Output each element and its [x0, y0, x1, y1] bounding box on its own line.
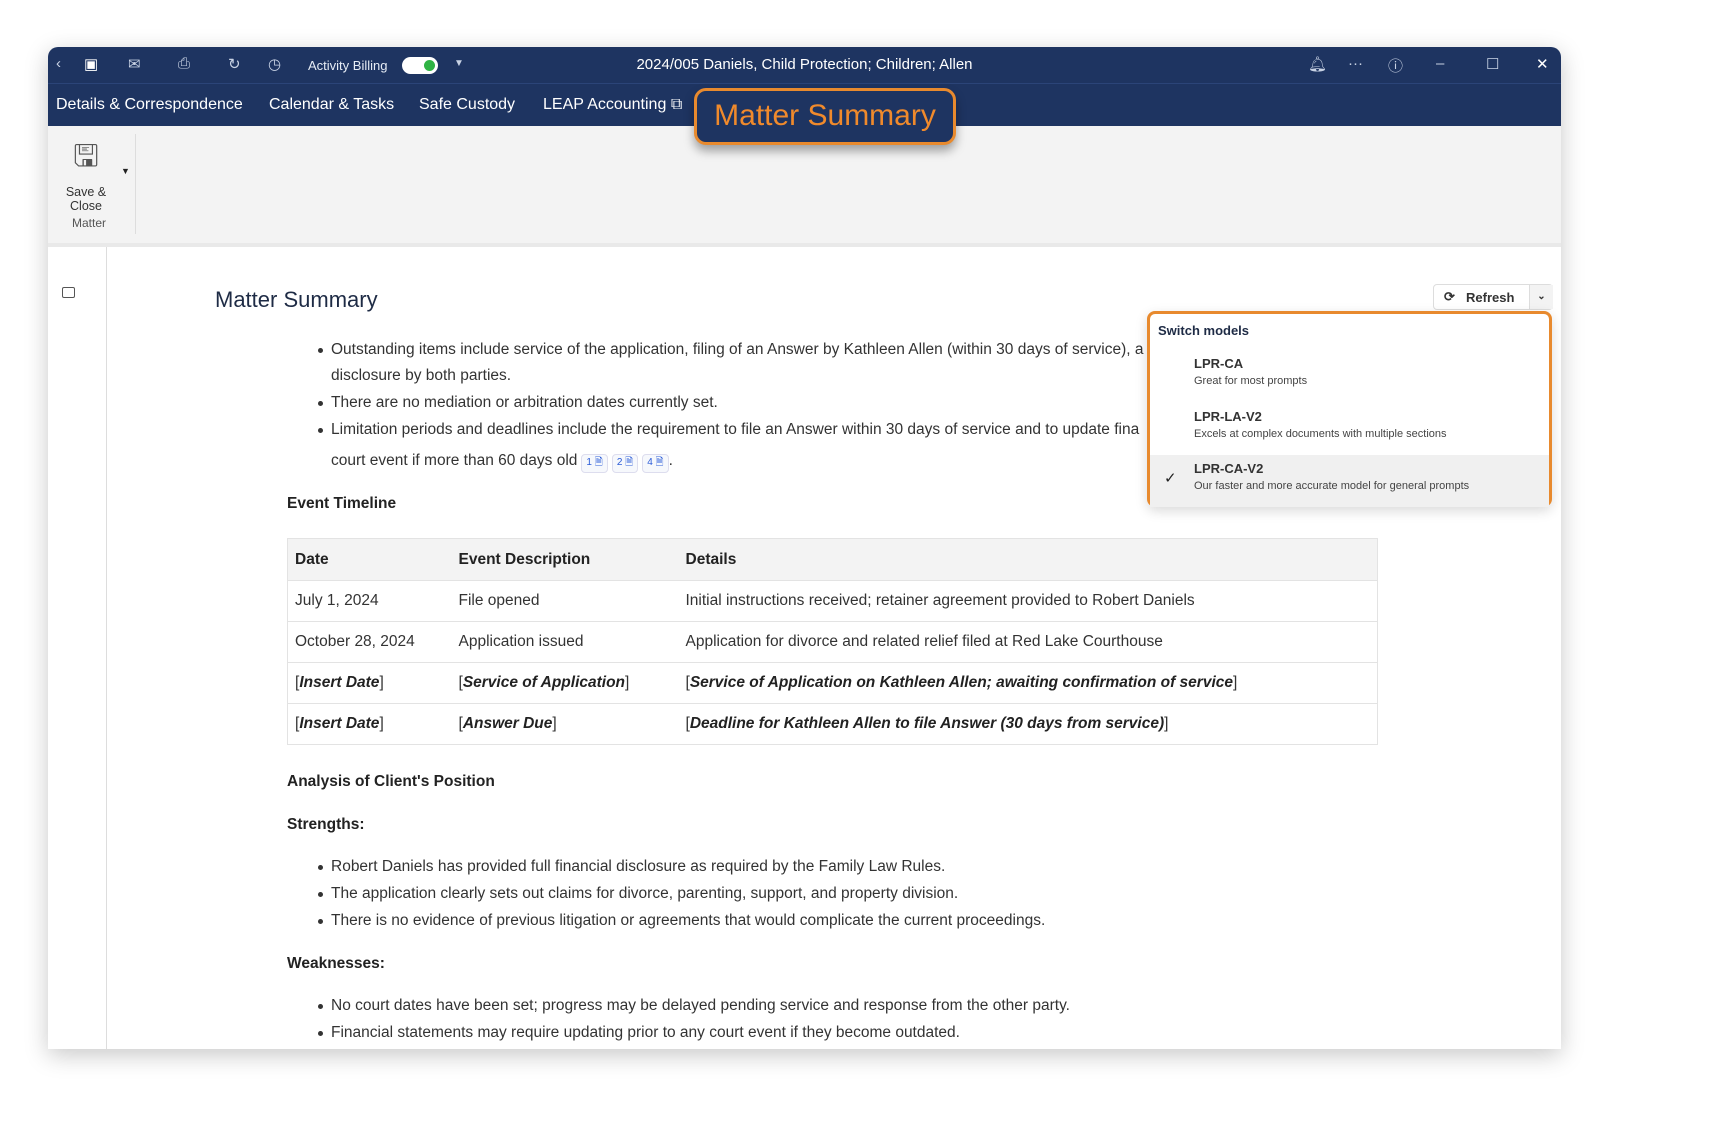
cell-details: Service of Application on Kathleen Allen… — [689, 674, 1233, 691]
refresh-label: Refresh — [1466, 290, 1515, 305]
table-row: [Insert Date] [Answer Due] [Deadline for K… — [287, 703, 1378, 745]
bullet-continuation: court event if more than 60 days old 1 🗎 2… — [331, 452, 673, 473]
strengths-heading: Strengths: — [287, 816, 365, 833]
cell-event: Service of Application — [462, 674, 626, 691]
citation-word-1[interactable]: 1 🗎 — [581, 454, 608, 473]
header-event: Event Description — [451, 538, 679, 581]
tab-leap-accounting[interactable]: LEAP Accounting ⧉ — [543, 96, 682, 114]
close-icon[interactable]: ✕ — [1536, 55, 1549, 73]
event-timeline-table: Date Event Description Details July 1, 202… — [287, 538, 1378, 745]
citation-number: 1 — [586, 457, 592, 468]
matter-window: ‹ ▣ ✉ ⎙ ↻ ◷ Activity Billing ▼ 2024/005 … — [48, 47, 1561, 1049]
tab-safe-custody[interactable]: Safe Custody — [419, 96, 515, 114]
save-close-button[interactable]: 🖫 Save & Close — [56, 134, 116, 213]
table-row: October 28, 2024 Application issued Applic… — [287, 621, 1378, 663]
citation-pdf-2[interactable]: 2 🗎 — [611, 454, 639, 473]
header-details: Details — [678, 538, 1378, 581]
save-close-icon: 🖫 — [73, 140, 99, 173]
cell-details: Application for divorce and related reli… — [678, 621, 1378, 663]
more-icon[interactable]: ··· — [1348, 55, 1363, 72]
external-link-icon: ⧉ — [670, 96, 683, 113]
model-name: LPR-CA — [1194, 356, 1244, 371]
bullet-continuation: disclosure by both parties. — [331, 367, 512, 384]
cell-date: Insert Date — [299, 674, 380, 691]
save-dropdown-icon[interactable]: ▼ — [121, 166, 130, 176]
model-option-lpr-la-v2[interactable]: LPR-LA-V2 Excels at complex documents wit… — [1150, 403, 1549, 455]
menu-title: Switch models — [1158, 323, 1250, 338]
divider — [135, 134, 136, 234]
citation-word-4[interactable]: 4 🗎 — [642, 454, 669, 473]
cell-event: File opened — [451, 580, 679, 622]
citation-number: 4 — [647, 457, 653, 468]
tab-label: LEAP Accounting — [543, 96, 667, 113]
model-option-lpr-ca-v2[interactable]: ✓ LPR-CA-V2 Our faster and more accurate m… — [1150, 455, 1549, 507]
model-desc: Excels at complex documents with multipl… — [1194, 428, 1447, 440]
strength-item: Robert Daniels has provided full financi… — [317, 858, 946, 875]
weakness-item: No court dates have been set; progress m… — [318, 997, 1070, 1014]
refresh-button[interactable]: ⟳ Refresh ⌄ — [1433, 284, 1553, 310]
bullet-text: court event if more than 60 days old — [331, 452, 578, 469]
switch-models-menu: Switch models LPR-CA Great for most promp… — [1147, 311, 1552, 507]
bell-icon[interactable]: 🔔︎ — [1308, 55, 1327, 73]
event-timeline-heading: Event Timeline — [287, 495, 397, 512]
weaknesses-heading: Weaknesses: — [287, 955, 385, 972]
table-header-row: Date Event Description Details — [287, 538, 1378, 581]
close-label: Close — [70, 199, 102, 213]
panel-toggle-icon[interactable] — [62, 287, 75, 298]
strength-item: There is no evidence of previous litigat… — [317, 912, 1046, 929]
model-name: LPR-CA-V2 — [1194, 461, 1264, 476]
bullet-item: There are no mediation or arbitration da… — [318, 394, 718, 411]
refresh-icon: ⟳ — [1444, 289, 1455, 304]
ribbon-group-label: Matter — [72, 216, 107, 230]
cell-event: Application issued — [451, 621, 679, 663]
page-title: Matter Summary — [215, 287, 378, 312]
model-name: LPR-LA-V2 — [1194, 409, 1262, 424]
tab-calendar[interactable]: Calendar & Tasks — [269, 96, 394, 114]
cell-date: Insert Date — [299, 715, 380, 732]
window-title: 2024/005 Daniels, Child Protection; Chil… — [636, 56, 973, 73]
maximize-icon[interactable]: ☐ — [1486, 55, 1499, 73]
minimize-icon[interactable]: – — [1436, 55, 1444, 72]
strength-item: The application clearly sets out claims … — [317, 885, 959, 902]
refresh-dropdown[interactable]: ⌄ — [1529, 285, 1553, 309]
model-desc: Great for most prompts — [1194, 375, 1308, 387]
cell-event: Answer Due — [462, 715, 553, 732]
check-icon: ✓ — [1164, 470, 1177, 487]
header-date: Date — [287, 538, 452, 581]
weakness-item: Financial statements may require updatin… — [318, 1024, 960, 1041]
side-panel — [48, 247, 107, 1049]
model-option-lpr-ca[interactable]: LPR-CA Great for most prompts — [1150, 350, 1549, 402]
tab-matter-summary[interactable]: Matter Summary — [694, 88, 956, 145]
cell-details: Initial instructions received; retainer … — [678, 580, 1378, 622]
help-icon[interactable]: ⓘ — [1388, 55, 1403, 76]
cell-details: Deadline for Kathleen Allen to file Answ… — [689, 715, 1165, 732]
save-label: Save & — [65, 185, 107, 199]
model-desc: Our faster and more accurate model for g… — [1194, 480, 1470, 492]
bullet-item: Limitation periods and deadlines include… — [317, 421, 1140, 438]
table-row: [Insert Date] [Service of Application] [Se… — [287, 662, 1378, 704]
title-bar: ‹ ▣ ✉ ⎙ ↻ ◷ Activity Billing ▼ 2024/005 … — [48, 47, 1561, 83]
cell-date: July 1, 2024 — [287, 580, 452, 622]
bullet-item: Outstanding items include service of the… — [317, 341, 1144, 358]
table-row: July 1, 2024 File opened Initial instructi… — [287, 580, 1378, 622]
tab-details[interactable]: Details & Correspondence — [56, 96, 243, 114]
citation-number: 2 — [616, 457, 623, 468]
cell-date: October 28, 2024 — [287, 621, 452, 663]
analysis-heading: Analysis of Client's Position — [287, 773, 495, 790]
